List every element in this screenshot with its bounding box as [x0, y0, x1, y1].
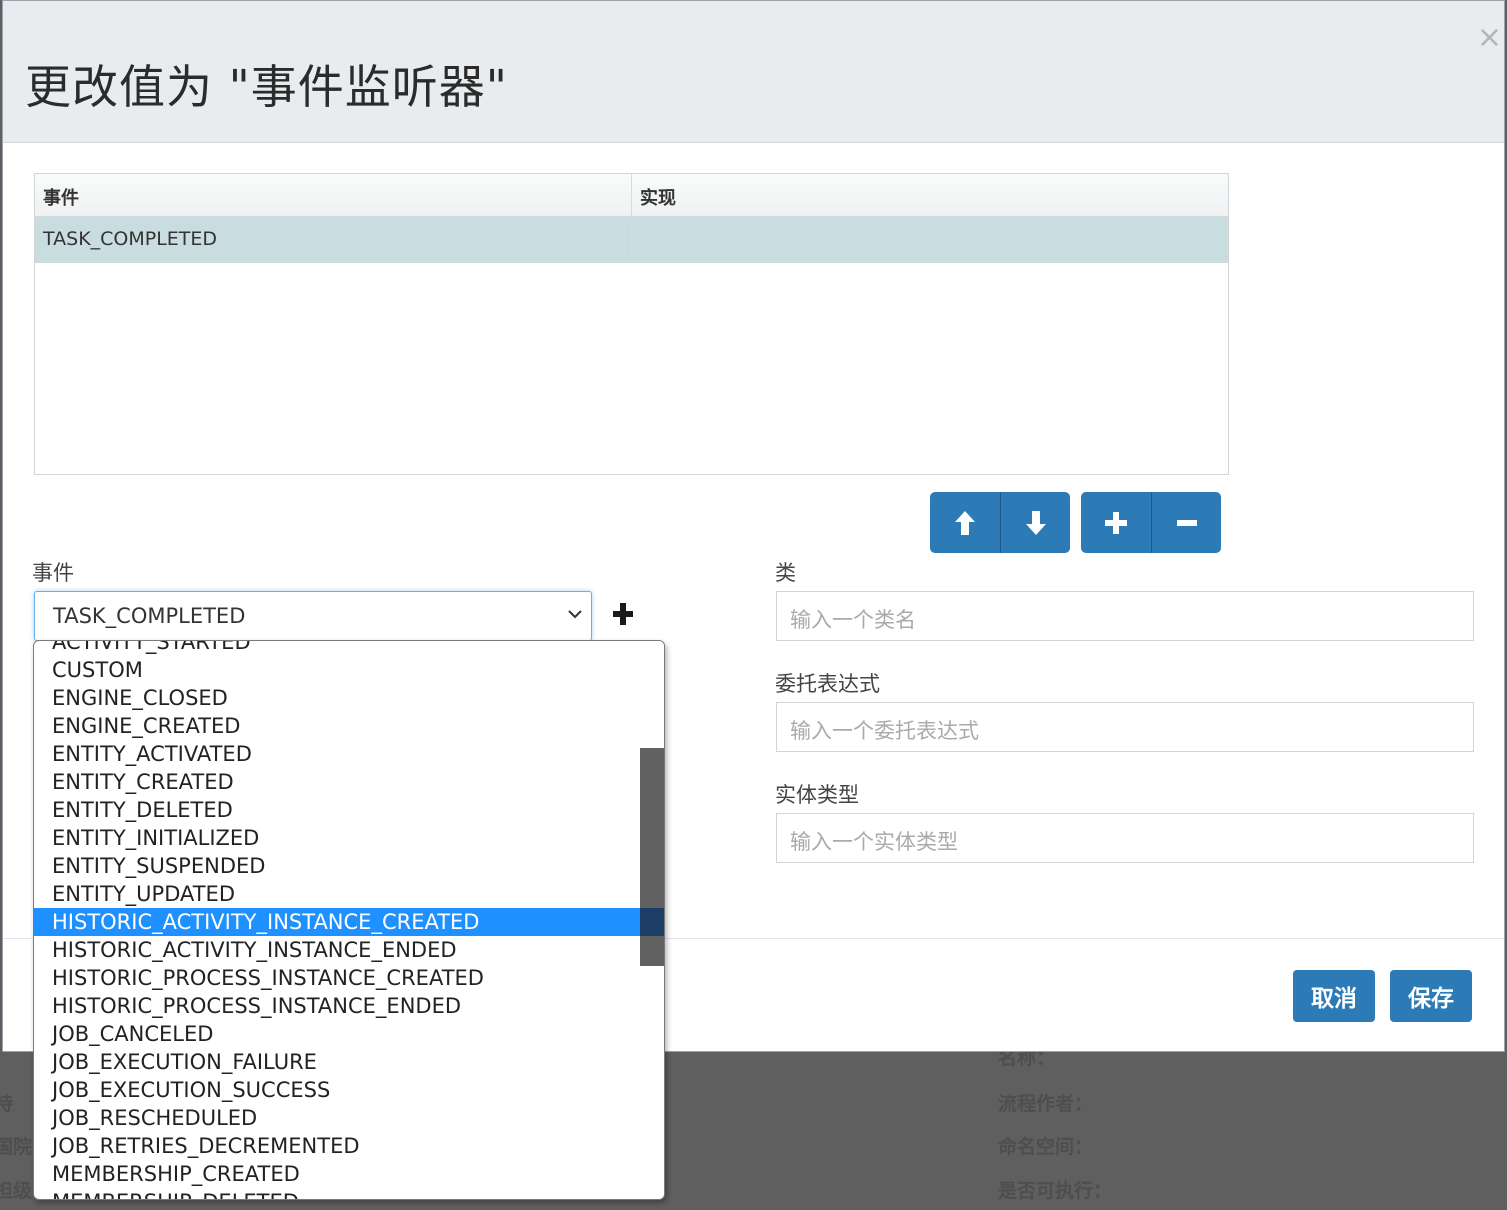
- bg-left-fragment: 国院: [0, 1136, 33, 1158]
- bg-field-executable: 是否可执行：: [998, 1180, 1113, 1202]
- delegate-expression-input[interactable]: 输入一个委托表达式: [776, 702, 1474, 752]
- plus-icon: [1105, 511, 1127, 534]
- arrow-up-icon: [955, 510, 975, 535]
- dialog-title: 更改值为 "事件监听器": [25, 60, 508, 114]
- dropdown-option[interactable]: ENTITY_ACTIVATED: [34, 740, 640, 768]
- grid-header: 事件 实现: [35, 174, 1228, 217]
- dropdown-option[interactable]: JOB_RETRIES_DECREMENTED: [34, 1132, 640, 1160]
- cell-implementation: [632, 217, 1228, 263]
- remove-listener-button[interactable]: [1151, 492, 1221, 553]
- event-select[interactable]: TASK_COMPLETED: [34, 591, 592, 641]
- entity-type-label: 实体类型: [775, 783, 859, 807]
- bg-field-namespace: 命名空间：: [998, 1136, 1094, 1158]
- dropdown-option[interactable]: ENGINE_CLOSED: [34, 684, 640, 712]
- dropdown-option[interactable]: ENTITY_SUSPENDED: [34, 852, 640, 880]
- bg-field-author: 流程作者：: [998, 1093, 1094, 1115]
- dropdown-scrollbar[interactable]: [640, 641, 664, 1199]
- column-header-event[interactable]: 事件: [35, 174, 632, 216]
- dropdown-option[interactable]: MEMBERSHIP_CREATED: [34, 1160, 640, 1188]
- dropdown-option[interactable]: JOB_EXECUTION_SUCCESS: [34, 1076, 640, 1104]
- dropdown-option[interactable]: HISTORIC_PROCESS_INSTANCE_ENDED: [34, 992, 640, 1020]
- cancel-button[interactable]: 取消: [1293, 970, 1375, 1022]
- dropdown-option[interactable]: HISTORIC_PROCESS_INSTANCE_CREATED: [34, 964, 640, 992]
- bg-left-fragment: 持: [0, 1093, 14, 1115]
- event-label: 事件: [32, 561, 74, 585]
- dialog-header: 更改值为 "事件监听器" ×: [3, 1, 1504, 143]
- cell-event: TASK_COMPLETED: [35, 217, 632, 263]
- arrow-down-icon: [1025, 510, 1046, 535]
- scrollbar-selection-edge: [640, 908, 664, 936]
- entity-type-input[interactable]: 输入一个实体类型: [776, 813, 1474, 863]
- dropdown-option[interactable]: JOB_EXECUTION_FAILURE: [34, 1048, 640, 1076]
- class-label: 类: [775, 561, 796, 585]
- dropdown-option[interactable]: ENGINE_CREATED: [34, 712, 640, 740]
- minus-icon: [1176, 519, 1197, 526]
- add-event-icon[interactable]: [612, 602, 634, 626]
- class-input[interactable]: 输入一个类名: [776, 591, 1474, 641]
- dropdown-option[interactable]: ENTITY_DELETED: [34, 796, 640, 824]
- bg-left-fragment: 担级: [0, 1180, 33, 1202]
- table-row[interactable]: TASK_COMPLETED: [35, 217, 1228, 263]
- dropdown-option[interactable]: JOB_RESCHEDULED: [34, 1104, 640, 1132]
- dropdown-option[interactable]: ENTITY_INITIALIZED: [34, 824, 640, 852]
- move-up-button[interactable]: [930, 492, 1000, 553]
- listener-grid: 事件 实现 TASK_COMPLETED: [34, 173, 1229, 475]
- edit-button-group: [1081, 492, 1221, 553]
- dropdown-option[interactable]: ENTITY_CREATED: [34, 768, 640, 796]
- move-button-group: [930, 492, 1070, 553]
- add-listener-button[interactable]: [1081, 492, 1151, 553]
- save-button[interactable]: 保存: [1390, 970, 1472, 1022]
- delegate-expression-label: 委托表达式: [775, 672, 880, 696]
- dropdown-option[interactable]: JOB_CANCELED: [34, 1020, 640, 1048]
- move-down-button[interactable]: [1000, 492, 1070, 553]
- dropdown-option[interactable]: ENTITY_UPDATED: [34, 880, 640, 908]
- close-icon[interactable]: ×: [1477, 23, 1502, 53]
- dropdown-option[interactable]: CUSTOM: [34, 656, 640, 684]
- event-dropdown-list[interactable]: ACTIVITY_STARTED CUSTOM ENGINE_CLOSED ENGI…: [33, 640, 665, 1200]
- dropdown-option[interactable]: ACTIVITY_STARTED: [34, 641, 640, 656]
- event-select-value: TASK_COMPLETED: [53, 604, 246, 628]
- dropdown-option[interactable]: MEMBERSHIP_DELETED: [34, 1188, 640, 1199]
- chevron-down-icon: [568, 610, 582, 619]
- column-header-implementation[interactable]: 实现: [632, 174, 1228, 216]
- dropdown-option-selected[interactable]: HISTORIC_ACTIVITY_INSTANCE_CREATED: [34, 908, 640, 936]
- dropdown-option[interactable]: HISTORIC_ACTIVITY_INSTANCE_ENDED: [34, 936, 640, 964]
